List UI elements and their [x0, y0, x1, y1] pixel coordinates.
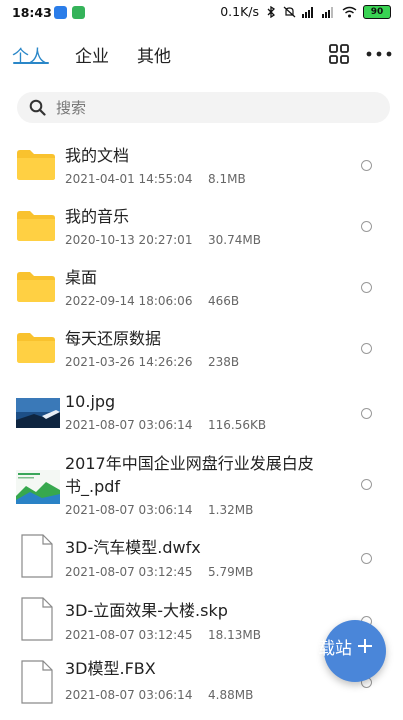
- select-radio[interactable]: [361, 479, 372, 490]
- file-date: 2021-03-26 14:26:26: [65, 355, 193, 369]
- folder-icon: [17, 272, 55, 302]
- file-size: 18.13MB: [208, 628, 261, 642]
- list-item[interactable]: 我的文档 2021-04-01 14:55:04 8.1MB: [0, 142, 403, 198]
- signal-icon: [322, 6, 333, 18]
- file-date: 2021-08-07 03:12:45: [65, 628, 193, 642]
- notification-app-icon: [72, 6, 85, 19]
- file-name: 10.jpg: [65, 392, 116, 411]
- file-date: 2021-08-07 03:06:14: [65, 688, 193, 702]
- file-date: 2021-08-07 03:12:45: [65, 565, 193, 579]
- file-size: 5.79MB: [208, 565, 254, 579]
- file-date: 2020-10-13 20:27:01: [65, 233, 193, 247]
- grid-view-icon[interactable]: [329, 44, 349, 64]
- file-icon: [21, 597, 53, 641]
- file-date: 2022-09-14 18:06:06: [65, 294, 193, 308]
- list-item[interactable]: 桌面 2022-09-14 18:06:06 466B: [0, 264, 403, 320]
- tab-other[interactable]: 其他: [137, 42, 171, 67]
- file-size: 1.32MB: [208, 503, 254, 517]
- select-radio[interactable]: [361, 408, 372, 419]
- search-icon: [29, 99, 46, 116]
- file-date: 2021-08-07 03:06:14: [65, 503, 193, 517]
- image-thumbnail: [16, 398, 60, 428]
- signal-icon: [302, 6, 313, 18]
- folder-icon: [17, 333, 55, 363]
- active-tab-indicator: [13, 62, 49, 64]
- folder-icon: [17, 211, 55, 241]
- file-date: 2021-08-07 03:06:14: [65, 418, 193, 432]
- pdf-thumbnail: [16, 470, 60, 504]
- select-radio[interactable]: [361, 160, 372, 171]
- list-item[interactable]: 10.jpg 2021-08-07 03:06:14 116.56KB: [0, 388, 403, 444]
- select-radio[interactable]: [361, 282, 372, 293]
- notification-app-icon: [54, 6, 67, 19]
- select-radio[interactable]: [361, 343, 372, 354]
- plus-icon: [358, 639, 372, 653]
- status-bar: 18:43 0.1K/s 90: [0, 0, 403, 26]
- search-input[interactable]: [54, 97, 358, 118]
- file-name: 我的文档: [65, 146, 130, 165]
- file-size: 466B: [208, 294, 240, 308]
- list-item[interactable]: 我的音乐 2020-10-13 20:27:01 30.74MB: [0, 203, 403, 259]
- file-date: 2021-04-01 14:55:04: [65, 172, 193, 186]
- list-item[interactable]: 2017年中国企业网盘行业发展白皮 书_.pdf 2021-08-07 03:0…: [0, 450, 403, 522]
- network-speed: 0.1K/s: [220, 4, 259, 19]
- select-radio[interactable]: [361, 221, 372, 232]
- status-time: 18:43: [12, 5, 52, 20]
- bluetooth-icon: [267, 5, 276, 18]
- wifi-icon: [342, 6, 357, 17]
- file-name: 3D-立面效果-大楼.skp: [65, 601, 228, 620]
- fab-label: 载站: [318, 639, 352, 659]
- battery-indicator: 90: [363, 4, 391, 19]
- status-right: 0.1K/s 90: [220, 4, 391, 19]
- file-icon: [21, 660, 53, 704]
- file-size: 238B: [208, 355, 240, 369]
- more-options-icon[interactable]: [366, 51, 392, 57]
- search-bar[interactable]: [17, 92, 390, 123]
- list-item[interactable]: 每天还原数据 2021-03-26 14:26:26 238B: [0, 325, 403, 381]
- file-size: 30.74MB: [208, 233, 261, 247]
- file-icon: [21, 534, 53, 578]
- tab-enterprise[interactable]: 企业: [75, 42, 109, 67]
- file-name: 桌面: [65, 268, 98, 287]
- file-name: 3D模型.FBX: [65, 659, 156, 678]
- file-name: 3D-汽车模型.dwfx: [65, 538, 201, 557]
- file-name-line2: 书_.pdf: [65, 477, 121, 496]
- file-name: 每天还原数据: [65, 329, 162, 348]
- file-size: 4.88MB: [208, 688, 254, 702]
- list-item[interactable]: 3D-汽车模型.dwfx 2021-08-07 03:12:45 5.79MB: [0, 532, 403, 592]
- file-name-line1: 2017年中国企业网盘行业发展白皮: [65, 454, 314, 473]
- mute-icon: [283, 6, 296, 17]
- folder-icon: [17, 150, 55, 180]
- file-name: 我的音乐: [65, 207, 130, 226]
- file-size: 8.1MB: [208, 172, 246, 186]
- file-size: 116.56KB: [208, 418, 267, 432]
- select-radio[interactable]: [361, 553, 372, 564]
